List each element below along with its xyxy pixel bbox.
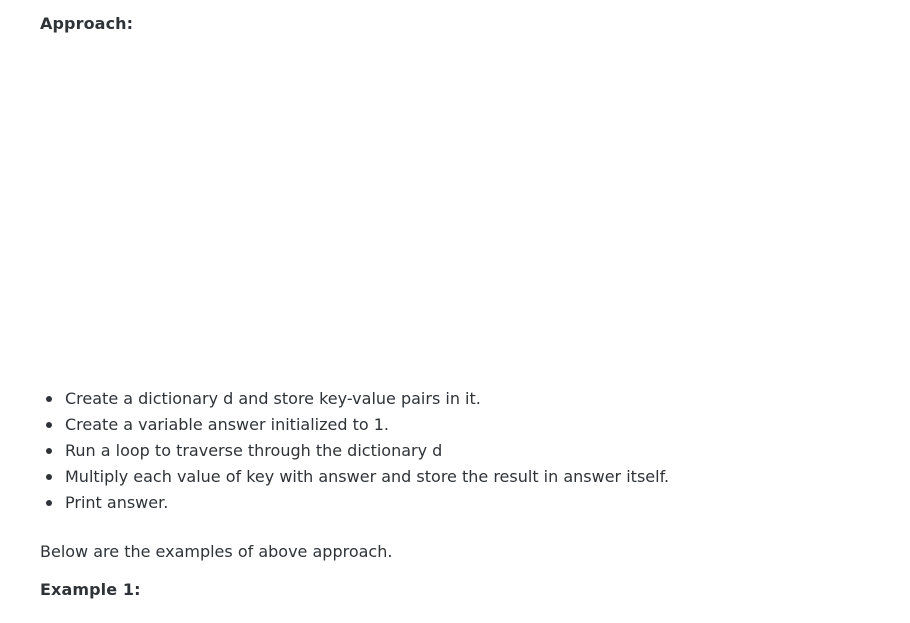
list-item: Create a variable answer initialized to … [46,412,669,438]
approach-heading: Approach: [40,14,134,33]
list-item: Create a dictionary d and store key-valu… [46,386,669,412]
list-item: Run a loop to traverse through the dicti… [46,438,669,464]
bullet-icon [46,422,52,428]
list-item-text: Create a variable answer initialized to … [65,415,389,434]
bullet-icon [46,500,52,506]
bullet-icon [46,474,52,480]
list-item-text: Create a dictionary d and store key-valu… [65,389,481,408]
bullet-icon [46,448,52,454]
example-heading: Example 1: [40,580,141,599]
approach-steps-list: Create a dictionary d and store key-valu… [40,386,669,516]
list-item: Multiply each value of key with answer a… [46,464,670,490]
bullet-icon [46,396,52,402]
list-item-text: Print answer. [65,493,169,512]
article-page: Approach: Create a dictionary d and stor… [0,0,910,623]
list-item: Print answer. [46,490,669,516]
list-item-text: Multiply each value of key with answer a… [65,467,670,486]
examples-intro-text: Below are the examples of above approach… [40,542,393,561]
illustration-image [40,44,870,374]
list-item-text: Run a loop to traverse through the dicti… [65,441,443,460]
